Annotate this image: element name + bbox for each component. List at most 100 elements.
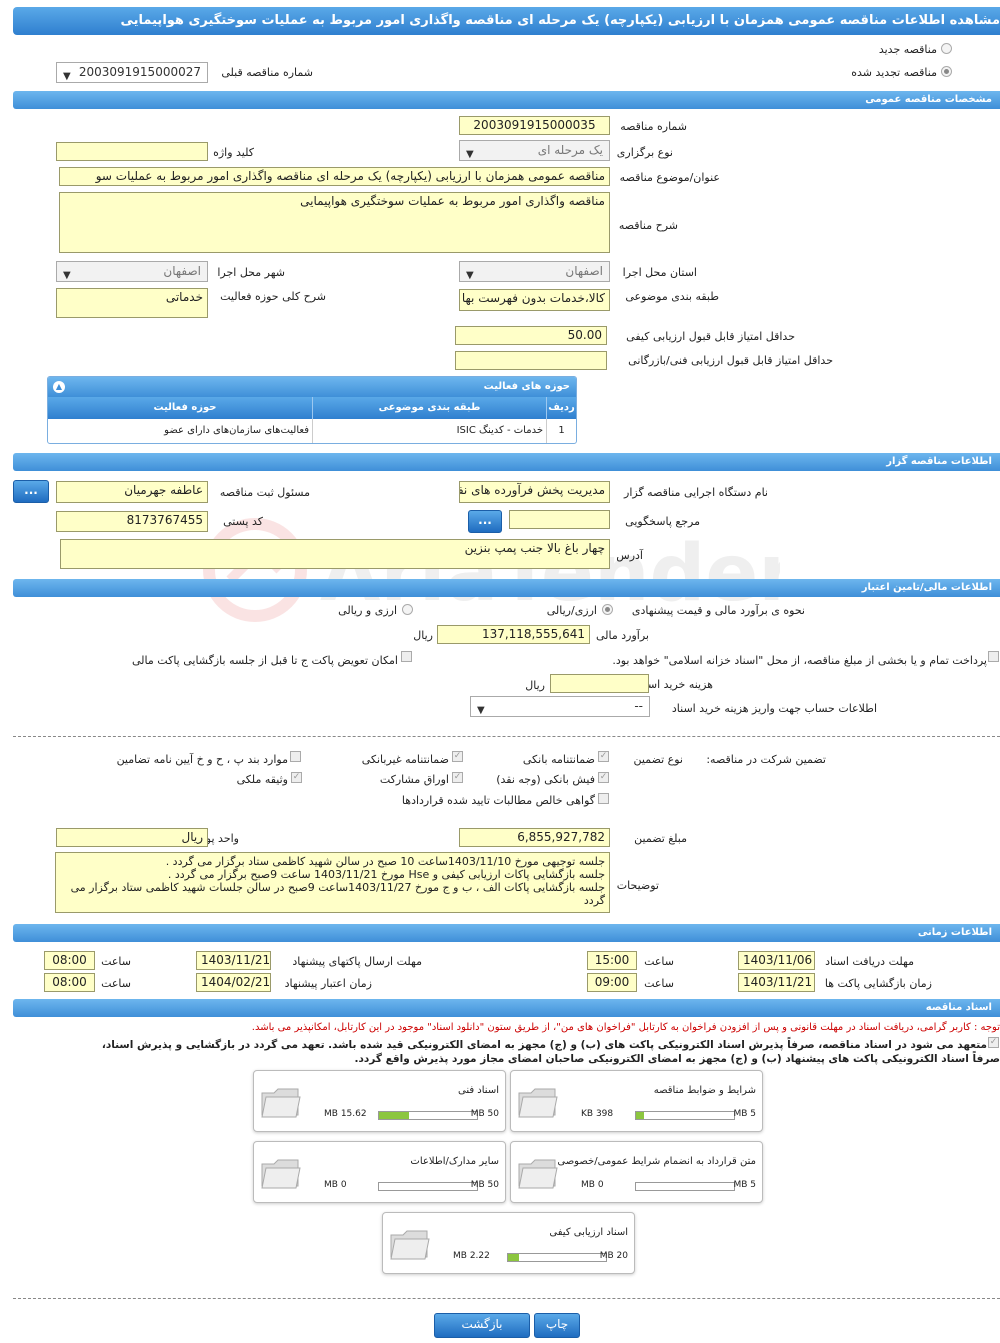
back-button[interactable]: بازگشت xyxy=(434,1313,530,1338)
doc-file-card[interactable]: متن قرارداد به انضمام شرایط عمومی/خصوصی 0… xyxy=(510,1141,763,1203)
send-time-label: ساعت xyxy=(101,955,131,968)
postal-field[interactable]: 8173767455 xyxy=(56,511,208,532)
estimate-rial-label: ارزی/ریالی xyxy=(546,604,597,617)
doc-fee-field[interactable] xyxy=(550,674,649,693)
cheque-label: فیش بانکی (وجه نقد) xyxy=(496,773,595,786)
min-tech-field[interactable] xyxy=(455,351,607,370)
chevron-down-icon: ▼ xyxy=(477,705,485,716)
doc-file-card[interactable]: شرایط و ضوابط مناقصه 398 KB 5 MB xyxy=(510,1070,763,1132)
divider xyxy=(13,736,1000,737)
province-value: اصفهان xyxy=(565,264,603,278)
hold-type-select[interactable]: یک مرحله ای ▼ xyxy=(459,140,610,161)
renewed-tender-radio[interactable] xyxy=(941,66,952,77)
doc-file-max: 20 MB xyxy=(599,1251,628,1261)
doc-receive-date[interactable]: 1403/11/06 xyxy=(738,951,815,970)
device-field[interactable]: مدیریت پخش فرآورده های نفتی xyxy=(459,481,610,503)
doc-file-progress-fill xyxy=(508,1254,519,1261)
bonds-checkbox[interactable]: ✓ xyxy=(452,772,463,783)
section-general: مشخصات مناقصه عمومی xyxy=(13,91,1000,109)
open-time-label: ساعت xyxy=(644,977,674,990)
city-label: شهر محل اجرا xyxy=(217,266,285,279)
send-label: مهلت ارسال پاکتهای پیشنهاد xyxy=(292,955,422,968)
amount-field[interactable]: 6,855,927,782 xyxy=(459,828,610,847)
account-value: -- xyxy=(634,699,643,713)
address-field[interactable]: چهار باغ بالا جنب پمپ بنزین xyxy=(60,539,610,569)
bank-checkbox[interactable]: ✓ xyxy=(598,751,609,762)
col-field: حوزه فعالیت xyxy=(153,402,217,413)
ref-lookup-button[interactable]: ... xyxy=(468,510,502,533)
number-field[interactable]: 2003091915000035 xyxy=(459,116,610,135)
chevron-down-icon: ▼ xyxy=(466,270,474,281)
desc-field[interactable]: مناقصه واگذاری امور مربوط به عملیات سوخت… xyxy=(59,192,610,253)
doc-file-max: 5 MB xyxy=(733,1109,756,1119)
currency-field[interactable]: ریال xyxy=(56,828,208,847)
chevron-down-icon: ▼ xyxy=(63,71,71,82)
bank-label: ضمانتنامه بانکی xyxy=(522,753,595,766)
cheque-checkbox[interactable]: ✓ xyxy=(598,772,609,783)
keyword-field[interactable] xyxy=(56,142,208,161)
nonbank-checkbox[interactable]: ✓ xyxy=(452,751,463,762)
send-time[interactable]: 08:00 xyxy=(44,951,95,970)
col-category: طبقه بندی موضوعی xyxy=(312,397,546,419)
property-checkbox[interactable]: ✓ xyxy=(291,772,302,783)
claims-checkbox[interactable] xyxy=(598,793,609,804)
folder-icon xyxy=(261,1088,301,1118)
doc-file-used: 2.22 MB xyxy=(453,1251,490,1261)
print-button[interactable]: چاپ xyxy=(534,1313,580,1338)
notes-line-2: جلسه بازگشایی پاکات ارزیابی کیفی و Hse م… xyxy=(167,868,605,881)
activities-title: حوزه های فعالیت xyxy=(483,381,570,392)
swap-checkbox[interactable] xyxy=(401,651,412,662)
estimate-fx-radio[interactable] xyxy=(402,604,413,615)
validity-date[interactable]: 1404/02/21 xyxy=(196,973,271,992)
commit-checkbox[interactable]: ✓ xyxy=(988,1037,999,1048)
province-select[interactable]: اصفهان ▼ xyxy=(459,261,610,282)
cell-category: خدمات - کدینگ ISIC xyxy=(312,419,546,443)
section-finance-title: اطلاعات مالی/تامین اعتبار xyxy=(861,582,992,593)
guarantee-type-label: نوع تضمین xyxy=(633,753,683,766)
rules-checkbox[interactable] xyxy=(290,751,301,762)
bonds-label: اوراق مشارکت xyxy=(379,773,449,786)
treasury-checkbox[interactable] xyxy=(988,651,999,662)
doc-receive-time[interactable]: 15:00 xyxy=(587,951,637,970)
registrar-lookup-button[interactable]: ... xyxy=(13,480,49,503)
account-select[interactable]: -- ▼ xyxy=(470,696,650,717)
notes-field[interactable]: جلسه توجیهی مورخ 1403/11/10ساعت 10 صبح د… xyxy=(55,852,610,913)
ref-field[interactable] xyxy=(509,510,610,529)
min-quality-field[interactable]: 50.00 xyxy=(455,326,607,345)
account-label: اطلاعات حساب جهت واریز هزینه خرید اسناد xyxy=(671,702,877,715)
activity-desc-field[interactable]: خدماتی xyxy=(56,288,208,318)
category-field[interactable]: کالا،خدمات بدون فهرست بها xyxy=(459,289,610,311)
registrar-field[interactable]: عاطفه جهرمیان xyxy=(56,481,208,503)
open-time[interactable]: 09:00 xyxy=(587,973,637,992)
cell-field: فعالیت‌های سازمان‌های دارای عضو xyxy=(164,425,309,436)
prev-number-select[interactable]: 2003091915000027 ▼ xyxy=(56,62,208,83)
prev-number-value: 2003091915000027 xyxy=(78,65,201,79)
notes-line-1: جلسه توجیهی مورخ 1403/11/10ساعت 10 صبح د… xyxy=(165,855,605,868)
chevron-down-icon: ▼ xyxy=(466,149,474,160)
estimate-field[interactable]: 137,118,555,641 xyxy=(437,625,590,644)
estimate-rial-radio[interactable] xyxy=(602,604,613,615)
doc-file-progress-fill xyxy=(379,1112,410,1119)
section-org-title: اطلاعات مناقصه گزار xyxy=(886,456,992,467)
doc-file-card[interactable]: سایر مدارک/اطلاعات 0 MB 50 MB xyxy=(253,1141,506,1203)
city-select[interactable]: اصفهان ▼ xyxy=(56,261,208,282)
hold-type-label: نوع برگزاری xyxy=(616,146,673,159)
subject-field[interactable]: مناقصه عمومی همزمان با ارزیابی (یکپارچه)… xyxy=(59,167,610,186)
validity-time[interactable]: 08:00 xyxy=(44,973,95,992)
open-date[interactable]: 1403/11/21 xyxy=(738,973,815,992)
doc-file-used: 398 KB xyxy=(581,1109,614,1119)
collapse-icon[interactable]: ▲ xyxy=(53,381,65,393)
new-tender-radio[interactable] xyxy=(941,43,952,54)
send-date[interactable]: 1403/11/21 xyxy=(196,951,271,970)
subject-label: عنوان/موضوع مناقصه xyxy=(619,171,720,184)
doc-file-card[interactable]: اسناد فنی 15.62 MB 50 MB xyxy=(253,1070,506,1132)
section-timing: اطلاعات زمانی xyxy=(13,924,1000,942)
estimate-method-label: نحوه ی برآورد مالی و قیمت پیشنهادی xyxy=(631,604,805,617)
doc-file-card[interactable]: اسناد ارزیابی کیفی 2.22 MB 20 MB xyxy=(382,1212,635,1274)
activity-desc-label: شرح کلی حوزه فعالیت xyxy=(220,290,326,303)
folder-icon xyxy=(518,1088,558,1118)
doc-file-progress xyxy=(507,1253,607,1262)
section-docs: اسناد مناقصه xyxy=(13,999,1000,1017)
col-row: ردیف xyxy=(546,397,576,419)
section-general-title: مشخصات مناقصه عمومی xyxy=(865,94,992,105)
